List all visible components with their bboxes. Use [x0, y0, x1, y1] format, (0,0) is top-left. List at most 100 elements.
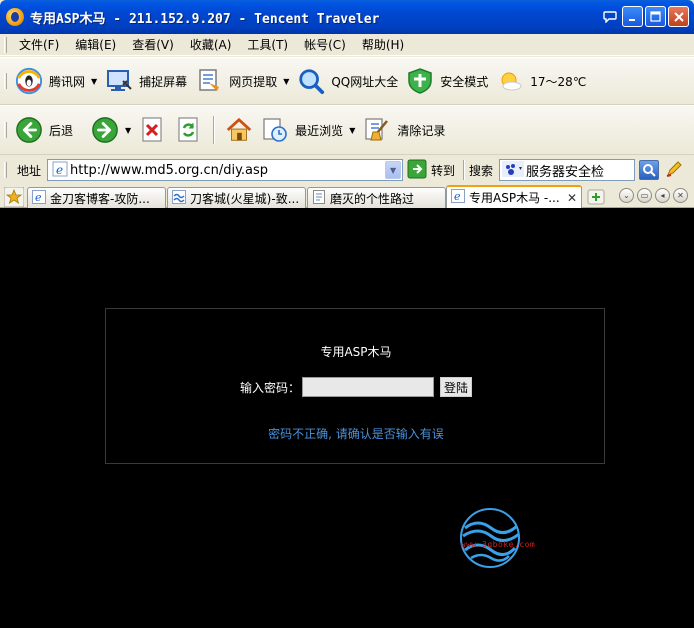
- safe-mode-label: 安全模式: [440, 74, 489, 89]
- tab-controls: ⌄ ▭ ◂ ✕: [619, 188, 688, 203]
- safe-mode-button[interactable]: 安全模式: [402, 58, 492, 104]
- chat-icon[interactable]: [600, 6, 620, 27]
- tab-asp-trojan[interactable]: e 专用ASP木马 -... ✕: [446, 185, 582, 208]
- go-arrow-icon: [407, 159, 427, 182]
- menu-help[interactable]: 帮助(H): [354, 36, 412, 53]
- clear-history-label: 清除记录: [397, 123, 446, 138]
- refresh-button[interactable]: [171, 106, 207, 154]
- search-label: 搜索: [469, 163, 494, 178]
- recent-browse-button[interactable]: 最近浏览 ▼: [257, 106, 359, 154]
- maximize-button[interactable]: [645, 6, 666, 27]
- forward-dropdown-icon[interactable]: ▼: [125, 126, 131, 135]
- search-go-button[interactable]: [639, 160, 660, 180]
- address-label: 地址: [17, 163, 42, 178]
- ie-page-icon: e: [52, 161, 68, 180]
- watermark-globe-icon: [460, 508, 520, 568]
- address-separator: [463, 160, 466, 180]
- wave-tab-icon: [172, 189, 186, 207]
- back-button[interactable]: 后退: [11, 106, 77, 154]
- capture-screen-button[interactable]: 捕捉屏幕: [101, 58, 191, 104]
- menu-edit[interactable]: 编辑(E): [67, 36, 124, 53]
- tab-label: 专用ASP木马 -...: [469, 191, 560, 205]
- menu-favorites[interactable]: 收藏(A): [182, 36, 240, 53]
- tencent-button[interactable]: 腾讯网 ▼: [11, 58, 101, 104]
- history-clock-icon: [261, 116, 289, 144]
- close-button[interactable]: [668, 6, 689, 27]
- weather-widget[interactable]: 17～28℃: [492, 58, 590, 104]
- error-message: 密码不正确, 请确认是否输入有误: [268, 427, 444, 441]
- search-field[interactable]: [499, 159, 636, 181]
- toolbar1-grip: [4, 73, 7, 89]
- tencent-dropdown-icon[interactable]: ▼: [91, 77, 97, 86]
- forward-arrow-icon: [91, 116, 119, 144]
- home-icon: [225, 116, 253, 144]
- clear-history-button[interactable]: 清除记录: [359, 106, 449, 154]
- go-label: 转到: [431, 163, 456, 178]
- shield-icon: [406, 67, 434, 95]
- new-tab-icon[interactable]: [587, 189, 605, 208]
- address-field[interactable]: e ▼: [47, 159, 404, 181]
- address-grip: [4, 162, 7, 178]
- tab-momie[interactable]: 磨灭的个性路过: [307, 187, 446, 208]
- toolbar2-separator: [213, 116, 216, 144]
- tab-close-all-icon[interactable]: ✕: [673, 188, 688, 203]
- password-row: 输入密码： 登陆: [106, 377, 606, 397]
- minimize-button[interactable]: [622, 6, 643, 27]
- menu-account[interactable]: 帐号(C): [296, 36, 354, 53]
- favorites-star-icon[interactable]: [3, 186, 25, 210]
- password-label: 输入密码：: [239, 380, 300, 395]
- refresh-icon: [175, 116, 203, 144]
- svg-text:e: e: [56, 163, 63, 177]
- title-bar: 专用ASP木马 - 211.152.9.207 - Tencent Travel…: [0, 0, 694, 34]
- url-dropdown-icon[interactable]: ▼: [385, 161, 402, 179]
- page-extract-icon: [195, 67, 223, 95]
- tab-restore-icon[interactable]: ▭: [637, 188, 652, 203]
- menu-bar: 文件(F) 编辑(E) 查看(V) 收藏(A) 工具(T) 帐号(C) 帮助(H…: [0, 34, 694, 56]
- home-button[interactable]: [221, 106, 257, 154]
- tab-close-icon[interactable]: ✕: [567, 191, 577, 205]
- watermark-logo: www.3qboke.com: [443, 506, 553, 572]
- back-arrow-icon: [15, 116, 43, 144]
- login-panel: 专用ASP木马 输入密码： 登陆 密码不正确, 请确认是否输入有误: [105, 308, 605, 464]
- forward-button[interactable]: ▼: [87, 106, 135, 154]
- tencent-penguin-icon: [15, 67, 43, 95]
- recent-browse-label: 最近浏览: [295, 123, 344, 138]
- page-extract-button[interactable]: 网页提取 ▼: [191, 58, 293, 104]
- ie-tab-icon: e: [451, 189, 465, 206]
- search-input[interactable]: [526, 162, 627, 178]
- window-title: 专用ASP木马 - 211.152.9.207 - Tencent Travel…: [30, 11, 380, 27]
- menu-view[interactable]: 查看(V): [124, 36, 182, 53]
- recent-browse-dropdown-icon[interactable]: ▼: [349, 126, 355, 135]
- password-input[interactable]: [302, 377, 434, 397]
- stop-icon: [139, 116, 167, 144]
- ie-tab-icon: e: [32, 189, 46, 207]
- weather-sun-icon: [496, 67, 524, 95]
- go-button[interactable]: 转到: [407, 159, 455, 182]
- tab-jindaoke[interactable]: e 金刀客博客-攻防...: [27, 187, 166, 208]
- menu-file[interactable]: 文件(F): [11, 36, 67, 53]
- tab-label: 磨灭的个性路过: [330, 191, 415, 206]
- page-tab-icon: [312, 189, 326, 207]
- tab-label: 金刀客博客-攻防...: [50, 191, 150, 206]
- tab-label: 刀客城(火星城)-致...: [190, 191, 300, 206]
- tab-daokecheng[interactable]: 刀客城(火星城)-致...: [167, 187, 306, 208]
- stop-button[interactable]: [135, 106, 171, 154]
- login-button[interactable]: 登陆: [440, 377, 473, 397]
- toolbar2-grip: [4, 122, 7, 138]
- tencent-label: 腾讯网: [49, 74, 86, 89]
- page-extract-dropdown-icon[interactable]: ▼: [283, 77, 289, 86]
- tab-list-icon[interactable]: ⌄: [619, 188, 634, 203]
- search-engine-icon[interactable]: [502, 160, 525, 180]
- qq-sites-button[interactable]: QQ网址大全: [293, 58, 402, 104]
- tab-scroll-icon[interactable]: ◂: [655, 188, 670, 203]
- toolbar-links: 腾讯网 ▼ 捕捉屏幕 网页提取 ▼ QQ网址大全 安全模式 17～28℃: [0, 57, 694, 105]
- tab-bar: e 金刀客博客-攻防... 刀客城(火星城)-致... 磨灭的个性路过 e 专用…: [0, 184, 694, 208]
- highlight-pen-icon[interactable]: [665, 160, 683, 181]
- url-input[interactable]: [70, 162, 371, 178]
- svg-text:e: e: [454, 190, 461, 203]
- capture-screen-label: 捕捉屏幕: [139, 74, 188, 89]
- watermark-text: www.3qboke.com: [460, 540, 536, 549]
- menu-tools[interactable]: 工具(T): [239, 36, 296, 53]
- menubar-grip: [4, 36, 7, 53]
- magnifier-icon: [297, 67, 325, 95]
